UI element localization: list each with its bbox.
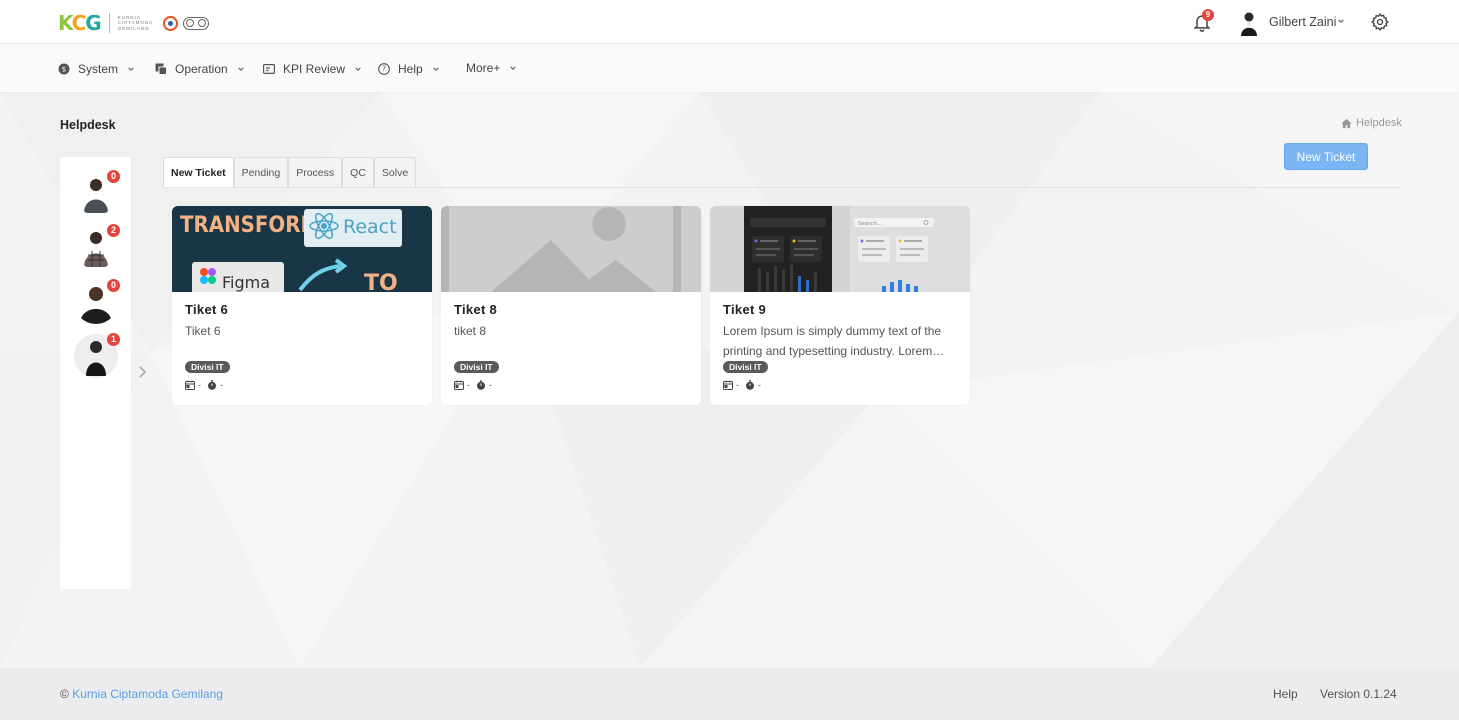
agent-avatar[interactable]: 2 xyxy=(74,224,120,269)
company-logo[interactable]: KCG KURNIA CIPTAMODA GEMILANG xyxy=(58,11,209,35)
ticket-meta: - - xyxy=(454,380,498,390)
nav-more-label: More+ xyxy=(466,61,501,75)
ticket-description: tiket 8 xyxy=(454,324,487,338)
ticket-description: Lorem Ipsum is simply dummy text of the … xyxy=(723,324,942,358)
ticket-title: Tiket 8 xyxy=(454,302,498,317)
tab-solve[interactable]: Solve xyxy=(373,157,417,187)
logo-text: KCG xyxy=(58,11,102,35)
chevron-down-icon xyxy=(355,67,361,71)
logo-separator xyxy=(108,13,110,33)
agent-ticket-count-badge: 0 xyxy=(107,170,120,183)
stopwatch-icon xyxy=(477,380,485,390)
chevron-down-icon[interactable] xyxy=(1337,17,1345,25)
ticket-date: - xyxy=(198,380,201,390)
svg-text:$: $ xyxy=(62,66,66,74)
user-name[interactable]: Gilbert Zaini xyxy=(1269,15,1336,29)
chevron-down-icon xyxy=(237,67,244,71)
agent-ticket-count-badge: 0 xyxy=(107,279,120,292)
ticket-thumbnail: Search... xyxy=(710,206,970,292)
footer-help-link[interactable]: Help xyxy=(1273,687,1298,701)
footer: © Kurnia Ciptamoda Gemilang Help Version… xyxy=(0,668,1459,720)
company-link[interactable]: Kurnia Ciptamoda Gemilang xyxy=(72,687,223,701)
ticket-title: Tiket 9 xyxy=(723,302,767,317)
main-navigation: $ System Operation KPI Review ? Help Mor… xyxy=(0,44,1459,92)
breadcrumb-item[interactable]: Helpdesk xyxy=(1356,117,1402,129)
chevron-down-icon xyxy=(510,66,517,70)
ticket-status-tabs: New Ticket Pending Process QC Solve xyxy=(163,157,417,187)
nav-help[interactable]: ? Help xyxy=(378,62,440,76)
logo-subtext: KURNIA CIPTAMODA GEMILANG xyxy=(117,14,153,31)
division-tag: Divisi IT xyxy=(185,361,230,373)
calendar-icon xyxy=(723,380,733,390)
system-icon: $ xyxy=(58,63,70,75)
stopwatch-icon xyxy=(746,380,754,390)
agent-panel: 0 2 0 1 xyxy=(60,157,131,589)
ticket-description: Tiket 6 xyxy=(185,324,221,338)
ticket-time: - xyxy=(758,380,761,390)
page-title: Helpdesk xyxy=(60,118,116,132)
app-version: Version 0.1.24 xyxy=(1320,687,1397,701)
nav-more[interactable]: More+ xyxy=(466,61,517,75)
copyright-symbol: © xyxy=(60,687,69,701)
kpi-review-icon xyxy=(263,64,275,74)
ticket-meta: - - xyxy=(185,380,229,390)
ticket-date: - xyxy=(467,380,470,390)
division-tag: Divisi IT xyxy=(723,361,768,373)
division-tag: Divisi IT xyxy=(454,361,499,373)
thumbnail-text: TO xyxy=(364,271,398,292)
tab-process[interactable]: Process xyxy=(288,157,343,187)
gear-icon[interactable] xyxy=(1370,12,1390,32)
thumbnail-text: Figma xyxy=(222,273,270,292)
nav-operation-label: Operation xyxy=(175,62,228,76)
ticket-card[interactable]: Search... Tiket 9 Lorem Ipsum is simply … xyxy=(710,206,970,405)
top-bar: KCG KURNIA CIPTAMODA GEMILANG 9 Gilbert … xyxy=(0,0,1459,44)
nav-system[interactable]: $ System xyxy=(58,62,135,76)
operation-icon xyxy=(155,63,167,75)
ticket-meta: - - xyxy=(723,380,767,390)
tab-qc[interactable]: QC xyxy=(342,157,374,187)
partner-logo-icon xyxy=(162,15,178,31)
nav-operation[interactable]: Operation xyxy=(155,62,245,76)
footer-copyright: © Kurnia Ciptamoda Gemilang xyxy=(60,687,223,701)
ticket-thumbnail: TRANSFORM React Figma TO xyxy=(172,206,432,292)
calendar-icon xyxy=(185,380,195,390)
partner-logo-2-icon xyxy=(182,16,209,30)
ticket-time: - xyxy=(220,380,223,390)
agent-avatar[interactable]: 0 xyxy=(74,170,120,215)
ticket-time: - xyxy=(489,380,492,390)
home-icon[interactable] xyxy=(1341,118,1352,129)
notification-count-badge: 9 xyxy=(1202,9,1214,21)
agent-avatar[interactable]: 1 xyxy=(74,333,120,378)
nav-help-label: Help xyxy=(398,62,423,76)
chevron-down-icon xyxy=(432,67,439,71)
ticket-title: Tiket 6 xyxy=(185,302,229,317)
nav-system-label: System xyxy=(78,62,119,76)
agent-ticket-count-badge: 1 xyxy=(107,333,120,346)
ticket-card[interactable]: Tiket 8 tiket 8 Divisi IT - - xyxy=(441,206,701,405)
user-avatar[interactable] xyxy=(1238,10,1260,36)
ticket-date: - xyxy=(736,380,739,390)
ticket-card[interactable]: TRANSFORM React Figma TO Tiket 6 Tiket 6… xyxy=(172,206,432,405)
new-ticket-button[interactable]: New Ticket xyxy=(1284,143,1368,170)
chevron-down-icon xyxy=(128,67,134,71)
breadcrumb: Helpdesk xyxy=(1341,117,1402,129)
calendar-icon xyxy=(454,380,464,390)
image-placeholder-icon xyxy=(441,206,701,292)
chevron-right-icon[interactable] xyxy=(136,364,148,380)
thumbnail-text: React xyxy=(343,216,397,238)
tab-new-ticket[interactable]: New Ticket xyxy=(163,157,234,187)
help-icon: ? xyxy=(378,63,390,75)
tab-pending[interactable]: Pending xyxy=(233,157,289,187)
agent-ticket-count-badge: 2 xyxy=(107,224,120,237)
svg-text:?: ? xyxy=(382,65,386,74)
thumbnail-text: Search... xyxy=(858,221,882,227)
tabs-divider xyxy=(163,187,1400,188)
nav-kpi-review[interactable]: KPI Review xyxy=(263,62,362,76)
thumbnail-text: TRANSFORM xyxy=(180,213,320,238)
agent-avatar[interactable]: 0 xyxy=(74,279,120,324)
nav-kpi-review-label: KPI Review xyxy=(283,62,346,76)
stopwatch-icon xyxy=(208,380,216,390)
